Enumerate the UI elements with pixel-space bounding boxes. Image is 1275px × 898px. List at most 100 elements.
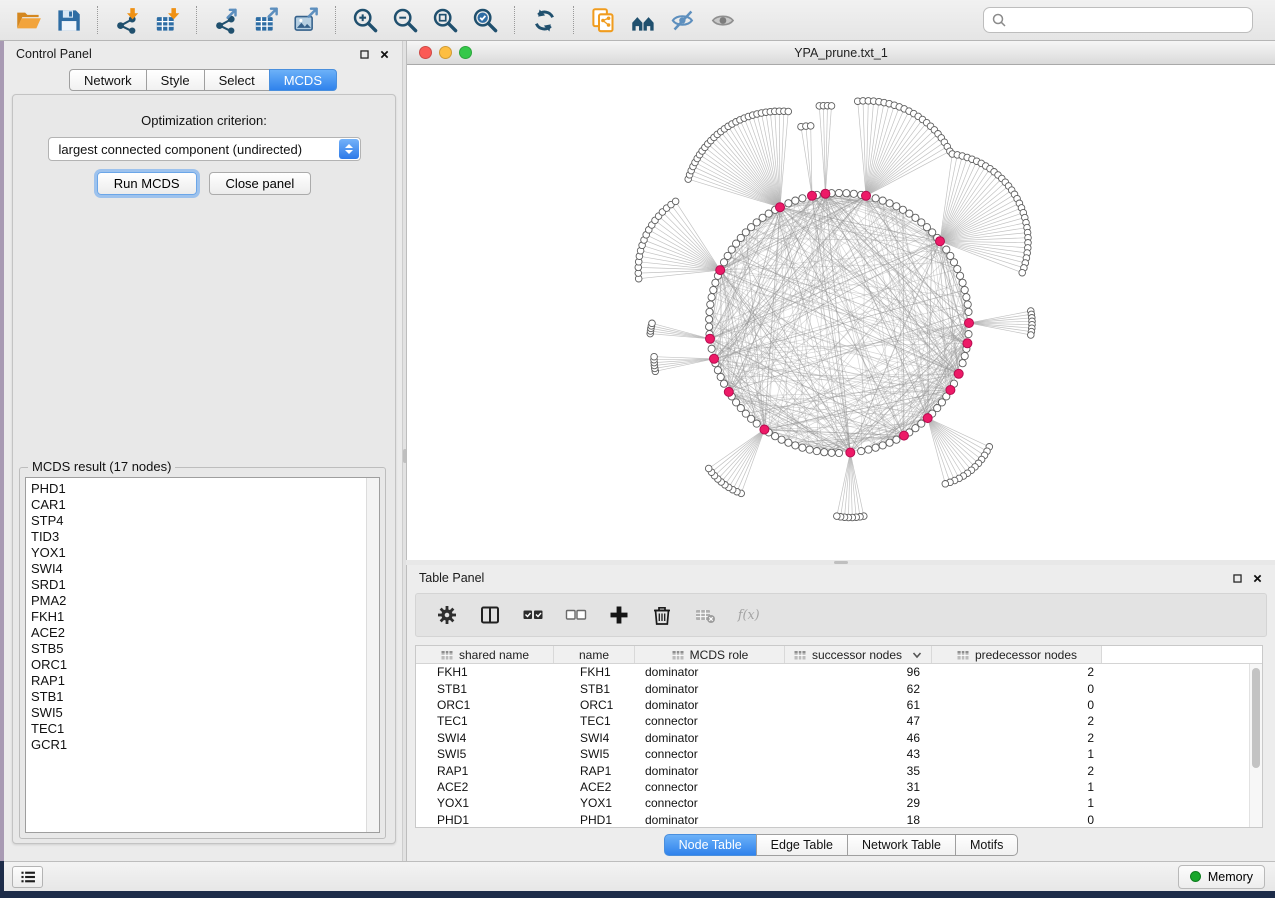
- close-window-icon[interactable]: [379, 49, 390, 60]
- column-header-mcds-role[interactable]: MCDS role: [635, 646, 785, 663]
- mcds-result-list[interactable]: PHD1CAR1STP4TID3YOX1SWI4SRD1PMA2FKH1ACE2…: [25, 477, 380, 833]
- memory-button[interactable]: Memory: [1178, 865, 1265, 889]
- close-window-icon[interactable]: [1252, 573, 1263, 584]
- criterion-dropdown[interactable]: largest connected component (undirected): [48, 137, 361, 161]
- network-svg[interactable]: [407, 65, 1275, 560]
- table-scrollbar[interactable]: [1249, 664, 1262, 827]
- tab-network[interactable]: Network: [69, 69, 147, 91]
- table-row[interactable]: SWI4SWI4dominator462: [416, 730, 1262, 746]
- search-input[interactable]: [1012, 13, 1245, 28]
- table-row[interactable]: ACE2ACE2connector311: [416, 779, 1262, 795]
- status-bar: Memory: [4, 861, 1275, 891]
- cell-successor_nodes: 47: [785, 714, 932, 728]
- table-row[interactable]: STB1STB1dominator620: [416, 680, 1262, 696]
- window-zoom-button[interactable]: [459, 46, 472, 59]
- mcds-node-item[interactable]: GCR1: [31, 737, 379, 753]
- float-window-icon[interactable]: [359, 49, 370, 60]
- tab-mcds[interactable]: MCDS: [269, 69, 337, 91]
- duplicate-network-button[interactable]: [583, 3, 623, 37]
- deselect-all-rows-button[interactable]: [563, 602, 589, 628]
- save-session-button[interactable]: [48, 3, 88, 37]
- optimization-criterion-label: Optimization criterion:: [13, 113, 395, 128]
- import-network-button[interactable]: [107, 3, 147, 37]
- show-all-icon: [710, 7, 737, 34]
- show-all-button[interactable]: [703, 3, 743, 37]
- tab-select[interactable]: Select: [204, 69, 270, 91]
- mcds-node-item[interactable]: ACE2: [31, 625, 379, 641]
- mcds-node-item[interactable]: PMA2: [31, 593, 379, 609]
- table-settings-button[interactable]: [434, 602, 460, 628]
- mcds-node-item[interactable]: SWI4: [31, 561, 379, 577]
- close-panel-button[interactable]: Close panel: [209, 172, 312, 195]
- table-row[interactable]: PHD1PHD1dominator180: [416, 812, 1262, 828]
- table-row[interactable]: RAP1RAP1dominator352: [416, 762, 1262, 778]
- mcds-node-item[interactable]: STP4: [31, 513, 379, 529]
- mcds-node-item[interactable]: SWI5: [31, 705, 379, 721]
- window-minimize-button[interactable]: [439, 46, 452, 59]
- float-window-icon[interactable]: [1232, 573, 1243, 584]
- table-row[interactable]: YOX1YOX1connector291: [416, 795, 1262, 811]
- function-builder-icon: [737, 604, 759, 626]
- table-body: FKH1FKH1dominator962STB1STB1dominator620…: [416, 664, 1262, 828]
- cell-name: ORC1: [554, 698, 635, 712]
- hide-selected-button[interactable]: [663, 3, 703, 37]
- import-table-button[interactable]: [147, 3, 187, 37]
- toggle-columns-button[interactable]: [477, 602, 503, 628]
- export-image-button[interactable]: [286, 3, 326, 37]
- column-header-predecessor-nodes[interactable]: predecessor nodes: [932, 646, 1102, 663]
- table-row[interactable]: SWI5SWI5connector431: [416, 746, 1262, 762]
- open-file-button[interactable]: [8, 3, 48, 37]
- mcds-node-item[interactable]: STB5: [31, 641, 379, 657]
- mcds-node-item[interactable]: ORC1: [31, 657, 379, 673]
- network-canvas[interactable]: [407, 65, 1275, 560]
- table-row[interactable]: ORC1ORC1dominator610: [416, 697, 1262, 713]
- save-session-icon: [55, 7, 82, 34]
- mcds-node-item[interactable]: TID3: [31, 529, 379, 545]
- mcds-node-item[interactable]: SRD1: [31, 577, 379, 593]
- tab-network-table[interactable]: Network Table: [847, 834, 956, 856]
- run-mcds-button[interactable]: Run MCDS: [97, 172, 197, 195]
- import-network-icon: [114, 7, 141, 34]
- tab-motifs[interactable]: Motifs: [955, 834, 1018, 856]
- mcds-node-item[interactable]: FKH1: [31, 609, 379, 625]
- cell-predecessor_nodes: 1: [932, 747, 1102, 761]
- delete-column-button[interactable]: [649, 602, 675, 628]
- result-list-scrollbar[interactable]: [366, 478, 379, 832]
- refresh-button[interactable]: [524, 3, 564, 37]
- export-network-button[interactable]: [206, 3, 246, 37]
- mcds-node-item[interactable]: TEC1: [31, 721, 379, 737]
- zoom-in-button[interactable]: [345, 3, 385, 37]
- fit-content-button[interactable]: [425, 3, 465, 37]
- cell-successor_nodes: 29: [785, 796, 932, 810]
- select-all-rows-button[interactable]: [520, 602, 546, 628]
- export-table-button[interactable]: [246, 3, 286, 37]
- add-column-button[interactable]: [606, 602, 632, 628]
- node-table: shared namenameMCDS rolesuccessor nodesp…: [415, 645, 1263, 828]
- mcds-node-item[interactable]: PHD1: [31, 481, 379, 497]
- tab-node-table[interactable]: Node Table: [664, 834, 757, 856]
- mcds-node-item[interactable]: STB1: [31, 689, 379, 705]
- scrollbar-thumb[interactable]: [1252, 668, 1260, 768]
- toolbar-separator: [335, 6, 336, 34]
- zoom-selected-button[interactable]: [465, 3, 505, 37]
- import-table-icon: [154, 7, 181, 34]
- table-row[interactable]: FKH1FKH1dominator962: [416, 664, 1262, 680]
- cell-predecessor_nodes: 2: [932, 665, 1102, 679]
- column-header-successor-nodes[interactable]: successor nodes: [785, 646, 932, 663]
- panel-list-button[interactable]: [12, 866, 43, 888]
- window-close-button[interactable]: [419, 46, 432, 59]
- table-toolbar: [415, 593, 1267, 637]
- column-header-name[interactable]: name: [554, 646, 635, 663]
- first-neighbors-button[interactable]: [623, 3, 663, 37]
- table-row[interactable]: TEC1TEC1connector472: [416, 713, 1262, 729]
- zoom-out-button[interactable]: [385, 3, 425, 37]
- tab-edge-table[interactable]: Edge Table: [756, 834, 848, 856]
- mcds-node-item[interactable]: CAR1: [31, 497, 379, 513]
- tab-style[interactable]: Style: [146, 69, 205, 91]
- column-header-shared-name[interactable]: shared name: [416, 646, 554, 663]
- mcds-node-item[interactable]: YOX1: [31, 545, 379, 561]
- control-panel-titlebar: Control Panel: [4, 41, 402, 67]
- delete-column-icon: [651, 604, 673, 626]
- mcds-node-item[interactable]: RAP1: [31, 673, 379, 689]
- cell-mcds_role: dominator: [635, 764, 785, 778]
